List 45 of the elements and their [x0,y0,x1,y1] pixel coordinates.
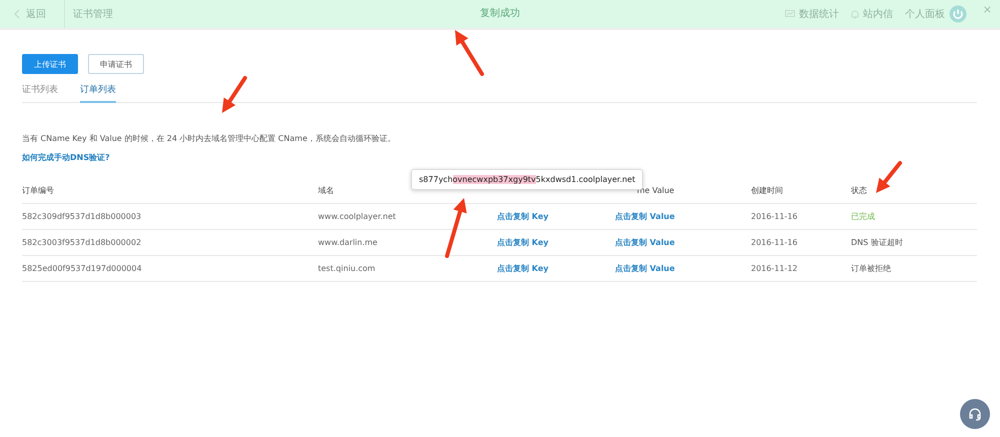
copy-value-link[interactable]: 点击复制 Value [615,211,675,222]
toast-message: 复制成功 [480,6,520,20]
tooltip: s877ychovnecwxpb37xgy9tv5kxdwsd1.coolplayer.net [411,169,644,190]
apply-button[interactable]: 申请证书 [88,54,144,74]
column-header: 域名 [318,185,335,196]
help-link[interactable]: 如何完成手动DNS验证? [22,152,110,163]
tab[interactable]: 证书列表 [22,80,58,103]
table-cell-text: test.qiniu.com [318,264,376,273]
table-cell-text: 582c309df9537d1d8b000003 [22,212,142,221]
column-header: 状态 [851,185,868,196]
table-cell-text: www.darlin.me [318,238,378,247]
status-text: 已完成 [851,211,876,222]
column-header: 创建时间 [751,185,784,196]
upload-button[interactable]: 上传证书 [22,54,78,74]
nav-link[interactable]: 数据统计 [784,7,839,21]
annotation-arrow [222,76,247,113]
table-cell-text: 2016-11-16 [751,238,798,247]
page-title: 证书管理 [73,8,113,21]
table-cell-text: www.coolplayer.net [318,212,397,221]
column-header: 订单编号 [22,185,55,196]
back-link[interactable]: 返回 [0,0,65,28]
copy-key-link[interactable]: 点击复制 Key [497,237,548,248]
bell-icon [850,10,859,18]
copy-key-link[interactable]: 点击复制 Key [497,263,548,274]
copy-value-link[interactable]: 点击复制 Value [615,263,675,274]
copy-value-link[interactable]: 点击复制 Value [615,237,675,248]
table-cell-text: 582c3003f9537d1d8b000002 [22,238,142,247]
annotation-arrow [455,30,484,76]
support-button[interactable] [960,399,990,429]
copy-key-link[interactable]: 点击复制 Key [497,211,548,222]
tab[interactable]: 订单列表 [80,80,116,103]
chevron-left-icon [14,9,20,19]
table-cell-text: 5825ed00f9537d197d000004 [22,264,143,273]
table-cell-text: 2016-11-16 [751,212,798,221]
status-text: 订单被拒绝 [851,263,892,274]
notice-text: 当有 CName Key 和 Value 的时候，在 24 小时内去域名管理中心配置 CName，系统会自动循环验证。 [22,133,396,144]
nav-link[interactable]: 站内信 [850,7,893,21]
status-text: DNS 验证超时 [851,237,904,248]
annotation-arrow [876,161,902,193]
headset-icon [968,407,982,421]
power-icon [948,5,967,23]
annotation-arrow [445,198,467,258]
nav-link[interactable]: 个人面板 [904,5,967,23]
chart-screen-icon [784,10,795,18]
table-cell-text: 2016-11-12 [751,264,798,273]
